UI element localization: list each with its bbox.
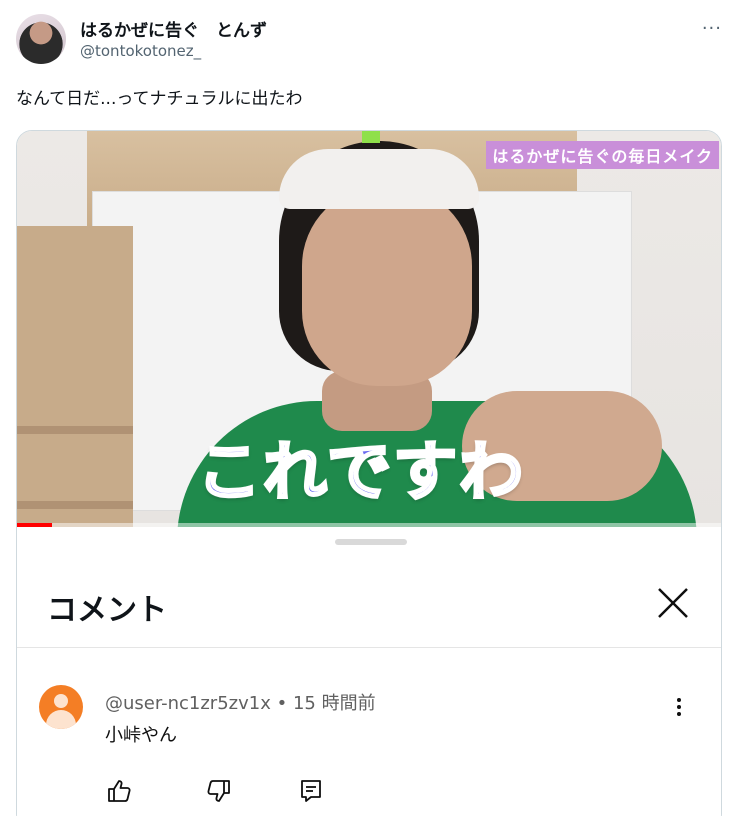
author-display-name[interactable]: はるかぜに告ぐ とんず xyxy=(80,16,267,41)
comments-title: コメント xyxy=(47,593,167,628)
commenter-avatar[interactable] xyxy=(39,685,83,729)
comment-separator: • xyxy=(276,693,288,714)
video-overlay-tag: はるかぜに告ぐの毎日メイク xyxy=(486,141,719,169)
close-icon[interactable] xyxy=(653,583,693,623)
comment-user[interactable]: @user-nc1zr5zv1x xyxy=(105,693,271,714)
sheet-drag-handle[interactable] xyxy=(335,539,407,545)
thumbs-up-icon[interactable] xyxy=(105,777,133,805)
hair-pin xyxy=(362,131,380,143)
video-screenshot: はるかぜに告ぐの毎日メイク これですわ xyxy=(17,131,721,527)
author-avatar[interactable] xyxy=(16,14,66,64)
post-text: なんて日だ...ってナチュラルに出たわ xyxy=(16,89,303,109)
comment-meta: @user-nc1zr5zv1x • 15 時間前 xyxy=(105,689,376,715)
post-media-image[interactable]: はるかぜに告ぐの毎日メイク これですわ コメント @user-nc1zr5zv1… xyxy=(16,130,722,816)
comment-time: 15 時間前 xyxy=(292,693,376,714)
post-header: はるかぜに告ぐ とんず @tontokotonez_ ··· xyxy=(16,14,722,66)
thumbs-down-icon[interactable] xyxy=(205,777,233,805)
comment-more-icon[interactable] xyxy=(673,695,685,723)
author-handle[interactable]: @tontokotonez_ xyxy=(80,42,201,60)
comment-text: 小峠やん xyxy=(105,725,177,746)
shelf xyxy=(17,226,133,527)
headband xyxy=(279,149,479,209)
comments-sheet: コメント @user-nc1zr5zv1x • 15 時間前 小峠やん xyxy=(17,527,721,816)
reply-icon[interactable] xyxy=(297,777,325,805)
person-face xyxy=(302,186,472,386)
video-caption: これですわ xyxy=(195,435,526,512)
divider xyxy=(17,647,721,648)
more-options-icon[interactable]: ··· xyxy=(702,18,722,39)
